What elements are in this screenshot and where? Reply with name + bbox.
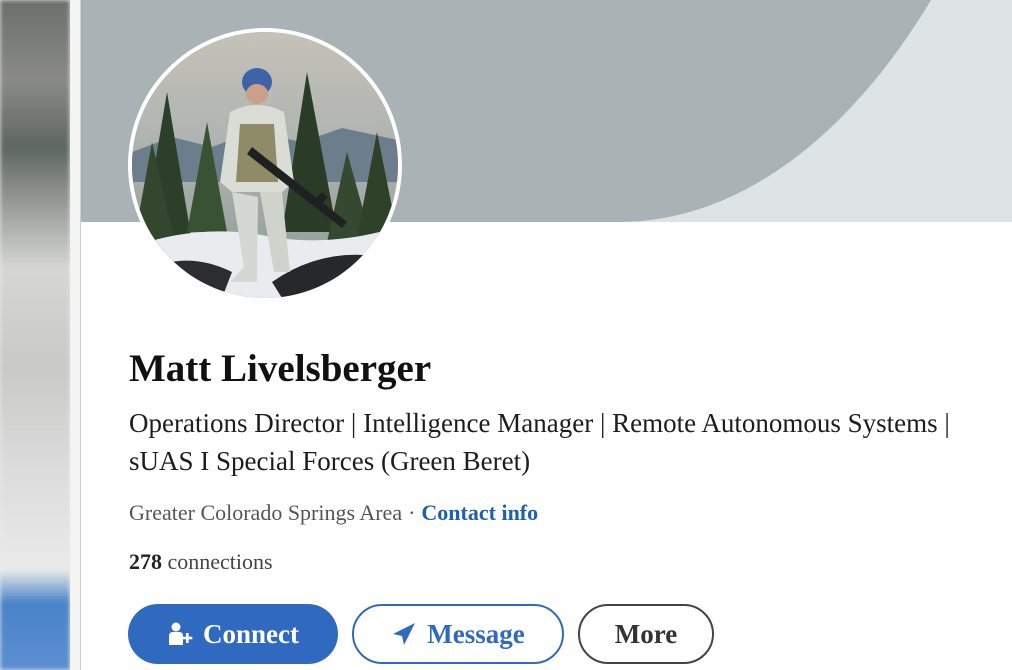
connections-row[interactable]: 278 connections xyxy=(129,549,273,575)
profile-photo[interactable] xyxy=(128,28,402,302)
add-person-icon xyxy=(169,622,193,645)
separator-dot: · xyxy=(408,500,416,525)
profile-headline: Operations Director | Intelligence Manag… xyxy=(129,408,950,476)
location-row: Greater Colorado Springs Area · Contact in… xyxy=(129,500,538,526)
background-page-blur xyxy=(0,0,70,670)
connect-label: Connect xyxy=(203,618,299,649)
profile-card: Matt Livelsberger Operations Director | … xyxy=(81,0,1012,670)
profile-photo-image xyxy=(132,32,398,298)
connections-count: 278 xyxy=(129,549,162,574)
send-arrow-icon xyxy=(393,623,416,645)
location-text: Greater Colorado Springs Area xyxy=(129,500,403,525)
message-label: Message xyxy=(427,618,525,649)
page-divider xyxy=(70,0,81,670)
message-button[interactable]: Message xyxy=(352,604,564,664)
profile-name: Matt Livelsberger xyxy=(129,347,432,390)
contact-info-link[interactable]: Contact info xyxy=(421,500,538,525)
connections-label: connections xyxy=(167,549,273,574)
more-button[interactable]: More xyxy=(578,604,714,664)
more-label: More xyxy=(614,618,678,649)
connect-button[interactable]: Connect xyxy=(128,604,338,664)
